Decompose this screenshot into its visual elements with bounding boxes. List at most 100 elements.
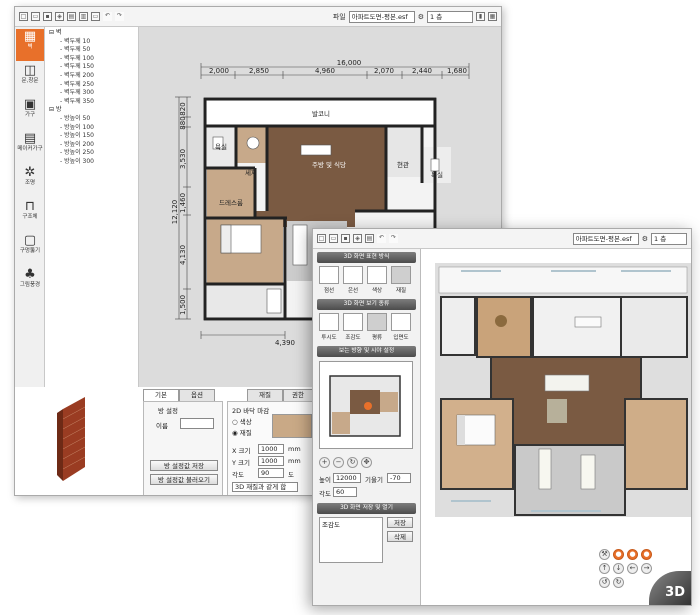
viewer-file-select[interactable]: 아파트도면-평본.esf	[572, 232, 639, 245]
y-size-label: Y 크기	[232, 459, 250, 467]
nav-orange-3-icon[interactable]: ●	[641, 549, 652, 560]
nav-rotate-right-icon[interactable]: ↻	[613, 577, 624, 588]
x-size-label: X 크기	[232, 447, 251, 455]
delete-view-button[interactable]: 삭제	[387, 531, 413, 542]
viewer-redo-icon[interactable]: ↷	[389, 234, 398, 243]
tab-basic[interactable]: 기본	[143, 389, 179, 401]
open-file-icon[interactable]: ▭	[31, 12, 40, 21]
elevation-view-icon[interactable]	[391, 313, 411, 331]
room-name-input[interactable]	[180, 418, 214, 429]
tree-group-room[interactable]: ⊟ 방	[49, 106, 138, 115]
tool-hole[interactable]: ▢ 구멍뚫기	[16, 233, 44, 265]
tree-item[interactable]: - 방높이 250	[49, 149, 138, 158]
nav-up-icon[interactable]: ↑	[599, 563, 610, 574]
tree-item[interactable]: - 방높이 300	[49, 158, 138, 167]
tool-lighting[interactable]: ✲ 조명	[16, 165, 44, 197]
lamp-icon: ✲	[24, 165, 36, 180]
save-room-settings-button[interactable]: 방 설정값 저장	[150, 460, 218, 471]
dim-left-4: 1,460	[179, 193, 187, 213]
perspective-view-icon[interactable]	[319, 313, 339, 331]
y-size-input[interactable]: 1000	[258, 456, 284, 466]
tree-group-wall[interactable]: ⊟ 벽	[49, 29, 138, 38]
nav-left-icon[interactable]: ←	[627, 563, 638, 574]
tool-structure[interactable]: ⊓ 구조체	[16, 199, 44, 231]
monitor-icon[interactable]: ▭	[91, 12, 100, 21]
tab-options[interactable]: 옵션	[179, 389, 215, 401]
tree-item[interactable]: - 방높이 150	[49, 132, 138, 141]
nav-orange-2-icon[interactable]: ●	[627, 549, 638, 560]
tab-permission[interactable]: 권한	[283, 389, 313, 401]
floor-select[interactable]: 1 층	[427, 10, 473, 23]
viewer-print-icon[interactable]: ▤	[365, 234, 374, 243]
viewer-floor-select[interactable]: 1 층	[651, 232, 687, 245]
tree-item[interactable]: - 벽두께 50	[49, 46, 138, 55]
export-icon[interactable]: ▥	[79, 12, 88, 21]
grid-icon[interactable]: ▦	[488, 12, 497, 21]
door-icon: ◫	[23, 63, 37, 78]
print-icon[interactable]: ▤	[67, 12, 76, 21]
tree-item[interactable]: - 벽두께 250	[49, 81, 138, 90]
tree-item[interactable]: - 벽두께 350	[49, 98, 138, 107]
tilt-input[interactable]: -70	[387, 473, 411, 483]
material-radio[interactable]: ◉ 재질	[232, 427, 252, 437]
nav-orange-1-icon[interactable]: ●	[613, 549, 624, 560]
redo-icon[interactable]: ↷	[115, 12, 124, 21]
x-size-input[interactable]: 1000	[258, 444, 284, 454]
birdseye-view-icon[interactable]	[343, 313, 363, 331]
rotate-icon[interactable]: ↻	[347, 457, 358, 468]
tool-furniture[interactable]: ▣ 가구	[16, 97, 44, 129]
save-view-button[interactable]: 저장	[387, 517, 413, 528]
viewer-new-icon[interactable]: □	[317, 234, 326, 243]
tree-item[interactable]: - 벽두께 200	[49, 72, 138, 81]
load-room-settings-button[interactable]: 방 설정값 불러오기	[150, 474, 218, 485]
viewer-layers-icon[interactable]: ◈	[353, 234, 362, 243]
render-3d-viewport[interactable]: ⚒ ● ● ● ↑ ↓ ← → ↺ ↻ 3D	[421, 249, 691, 605]
saved-view-item[interactable]: 조감도	[322, 519, 340, 529]
color-radio[interactable]: ○ 색상	[232, 416, 252, 426]
tree-item[interactable]: - 벽두께 10	[49, 38, 138, 47]
color-mode-icon[interactable]	[367, 266, 387, 284]
plan-view-icon[interactable]	[367, 313, 387, 331]
nav-down-icon[interactable]: ↓	[613, 563, 624, 574]
zoom-out-icon[interactable]: −	[333, 457, 344, 468]
nav-wrench-icon[interactable]: ⚒	[599, 549, 610, 560]
dim-left-1: 820	[179, 102, 187, 115]
undo-icon[interactable]: ↶	[103, 12, 112, 21]
bookmark-icon[interactable]: ▮	[476, 12, 485, 21]
new-file-icon[interactable]: □	[19, 12, 28, 21]
brick-wall-preview	[55, 395, 91, 483]
hidden-line-mode-icon[interactable]	[343, 266, 363, 284]
tree-item[interactable]: - 벽두께 300	[49, 89, 138, 98]
dim-top-3: 4,960	[315, 67, 335, 75]
saved-views-list[interactable]: 조감도	[319, 517, 383, 563]
tool-scenery[interactable]: ♣ 그림풍경	[16, 267, 44, 299]
save-file-icon[interactable]: ▪	[43, 12, 52, 21]
tab-material[interactable]: 재질	[247, 389, 283, 401]
nav-right-icon[interactable]: →	[641, 563, 652, 574]
direction-minimap[interactable]	[319, 361, 413, 449]
tree-item[interactable]: - 방높이 50	[49, 115, 138, 124]
dim-left-3: 3,530	[179, 149, 187, 169]
material-mode-icon[interactable]	[391, 266, 411, 284]
viewer-undo-icon[interactable]: ↶	[377, 234, 386, 243]
nav-rotate-left-icon[interactable]: ↺	[599, 577, 610, 588]
pan-icon[interactable]: ✥	[361, 457, 372, 468]
tool-wall[interactable]: ▦ 벽	[16, 29, 44, 61]
zoom-in-icon[interactable]: +	[319, 457, 330, 468]
tool-door-window[interactable]: ◫ 문,창문	[16, 63, 44, 95]
view-angle-input[interactable]: 60	[333, 487, 357, 497]
angle-input[interactable]: 90	[258, 468, 284, 478]
material-sync-select[interactable]: 3D 재질과 같게 합	[232, 482, 298, 492]
room-settings-title: 방 설정	[158, 407, 179, 415]
tool-maker-furniture[interactable]: ▤ 메이커가구	[16, 131, 44, 163]
height-input[interactable]: 12000	[333, 473, 361, 483]
viewer-open-icon[interactable]: ▭	[329, 234, 338, 243]
file-select[interactable]: 아파트도면-평본.esf	[348, 10, 415, 23]
tree-item[interactable]: - 벽두께 150	[49, 63, 138, 72]
tree-item[interactable]: - 방높이 100	[49, 124, 138, 133]
wireframe-mode-icon[interactable]	[319, 266, 339, 284]
viewer-save-icon[interactable]: ▪	[341, 234, 350, 243]
room-label-utility: 세제	[245, 168, 257, 177]
material-swatch[interactable]	[272, 414, 312, 438]
layers-icon[interactable]: ◈	[55, 12, 64, 21]
